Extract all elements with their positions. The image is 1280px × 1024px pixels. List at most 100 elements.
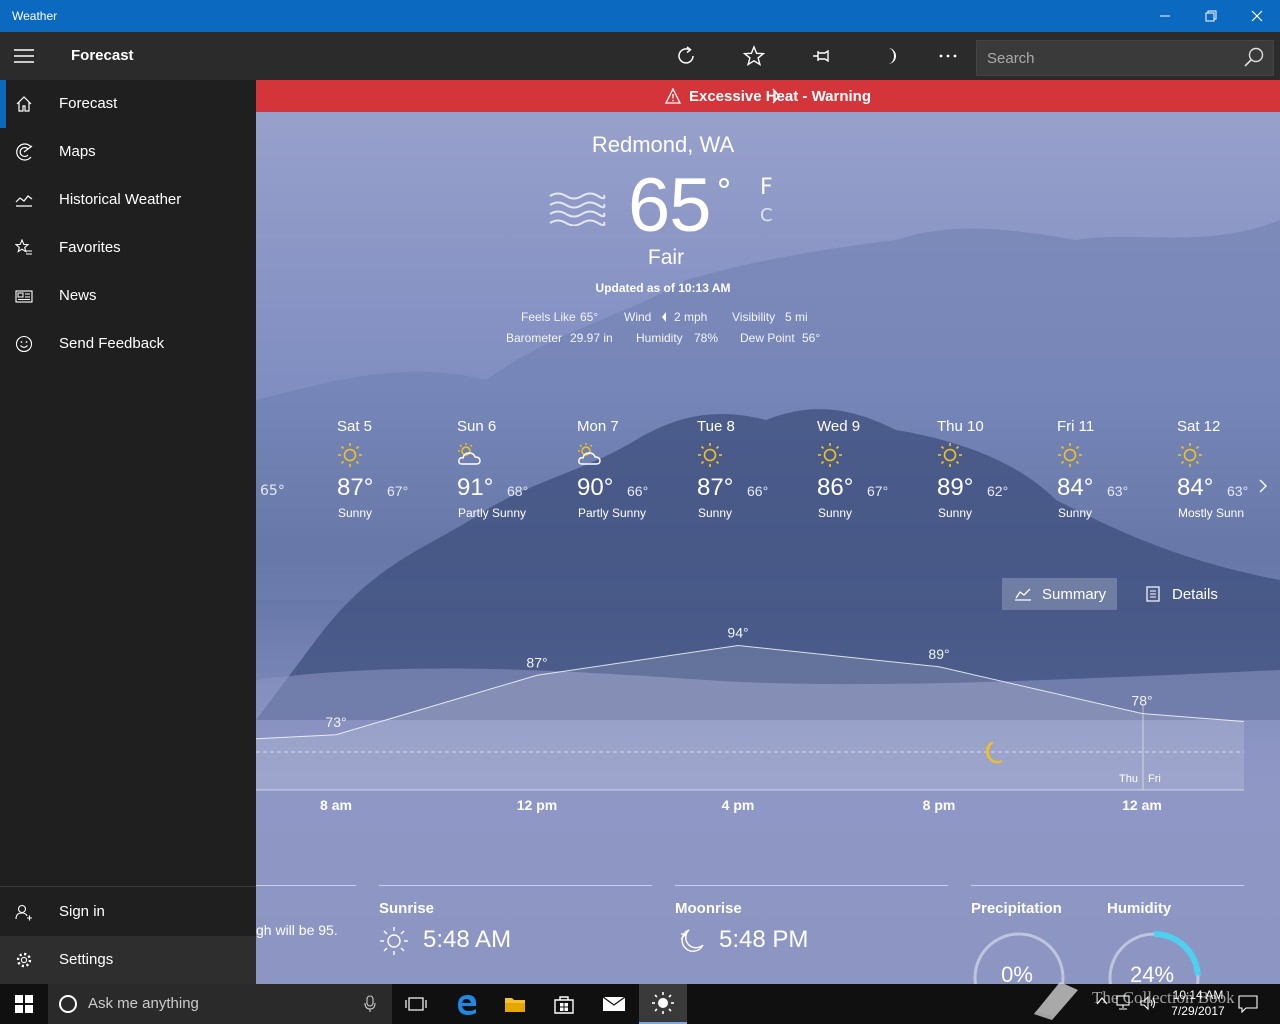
close-icon <box>1251 10 1263 22</box>
current-condition: Fair <box>647 246 685 269</box>
person-add-icon <box>14 902 34 922</box>
day-mark-label: Thu <box>1119 773 1138 785</box>
day-high: 84° <box>1177 474 1214 501</box>
hamburger-button[interactable] <box>0 32 48 80</box>
day-low: 67° <box>867 483 889 499</box>
mail-icon <box>602 996 626 1011</box>
day-low: 63° <box>1227 483 1249 499</box>
humidity-card-value: 24% <box>1129 962 1175 984</box>
sidebar-item-news[interactable]: News <box>0 272 256 320</box>
sidebar-item-forecast[interactable]: Forecast <box>0 80 256 128</box>
day-condition: Sunny <box>818 506 853 520</box>
search-input[interactable] <box>987 48 1237 68</box>
sidebar-item-favorites[interactable]: Favorites <box>0 224 256 272</box>
precipitation-title: Precipitation <box>971 900 1062 917</box>
x-tick-label: 8 pm <box>922 797 956 813</box>
day-condition: Mostly Sunn <box>1178 506 1245 520</box>
barometer-value: 29.97 in <box>570 331 613 345</box>
humidity-value: 78% <box>694 331 719 345</box>
gear-icon <box>14 950 34 970</box>
forecast-view: Excessive Heat - Warning Redmond, WA 65 … <box>256 80 1280 984</box>
heat-warning-banner[interactable]: Excessive Heat - Warning <box>256 80 1280 112</box>
edge-browser-button[interactable] <box>443 984 491 1024</box>
hourly-temperature-chart: Thu Fri 73° 87° 94° 89° 78° <box>256 625 1245 791</box>
sidebar-item-historical-weather[interactable]: Historical Weather <box>0 176 256 224</box>
minimize-button[interactable] <box>1142 0 1188 32</box>
edge-icon <box>458 995 477 1015</box>
card-divider <box>971 885 1244 886</box>
news-icon <box>14 286 34 306</box>
x-tick-label: 12 am <box>1122 797 1162 813</box>
task-view-button[interactable] <box>392 984 440 1024</box>
search-button[interactable] <box>1241 45 1267 71</box>
file-explorer-button[interactable] <box>491 984 539 1024</box>
close-button[interactable] <box>1234 0 1280 32</box>
page-title: Forecast <box>71 47 134 64</box>
sidebar-divider <box>0 886 256 887</box>
day-name: Wed 9 <box>817 418 861 435</box>
store-button[interactable] <box>540 984 588 1024</box>
refresh-icon <box>678 46 694 64</box>
sidebar-item-settings[interactable]: Settings <box>0 936 256 984</box>
haze-icon <box>549 192 606 226</box>
day-name: Sat 12 <box>1177 418 1221 435</box>
day-name: Mon 7 <box>577 418 619 435</box>
search-icon <box>1244 47 1264 67</box>
home-icon <box>14 94 34 114</box>
unit-celsius-toggle[interactable]: C <box>760 205 773 226</box>
sunrise-icon <box>380 927 408 955</box>
sunset-title-clipped <box>379 974 439 984</box>
moonrise-title: Moonrise <box>675 900 742 917</box>
restore-button[interactable] <box>1188 0 1234 32</box>
mail-button[interactable] <box>590 984 638 1024</box>
sidebar-item-label: Sign in <box>59 903 105 920</box>
unit-fahrenheit-toggle[interactable]: F <box>760 175 773 200</box>
active-indicator <box>0 80 6 128</box>
refresh-button[interactable] <box>663 32 709 80</box>
more-options-button[interactable] <box>925 32 971 80</box>
dew-point-label: Dew Point <box>740 331 795 345</box>
day-name: Fri 11 <box>1057 418 1095 435</box>
details-list-icon <box>1146 586 1160 602</box>
day-name: Sat 5 <box>337 418 373 435</box>
degree-symbol: ° <box>716 172 732 210</box>
command-bar: Forecast <box>0 32 1280 80</box>
pin-button[interactable] <box>799 32 845 80</box>
chevron-right-icon[interactable] <box>1256 477 1270 495</box>
moonrise-icon <box>680 929 704 952</box>
day-low: 66° <box>747 483 769 499</box>
sidebar-item-maps[interactable]: Maps <box>0 128 256 176</box>
cortana-search-box[interactable]: Ask me anything <box>48 984 392 1024</box>
day-condition: Partly Sunny <box>458 506 527 520</box>
smiley-icon <box>14 334 34 354</box>
action-center-icon[interactable] <box>1238 995 1258 1013</box>
tab-details[interactable]: Details <box>1134 578 1230 610</box>
title-bar: Weather <box>0 0 1280 32</box>
start-button[interactable] <box>0 984 48 1024</box>
visibility-label: Visibility <box>732 310 776 324</box>
star-icon <box>743 45 765 67</box>
temperature-point-label: 94° <box>727 625 748 641</box>
radar-icon <box>14 142 34 162</box>
card-divider <box>379 885 652 886</box>
dark-mode-button[interactable] <box>867 32 913 80</box>
day-low: 63° <box>1107 483 1129 499</box>
wind-label: Wind <box>624 310 652 324</box>
line-chart-icon <box>1015 588 1031 601</box>
window-title: Weather <box>12 9 58 23</box>
sidebar-item-send-feedback[interactable]: Send Feedback <box>0 320 256 368</box>
pin-icon <box>813 49 829 63</box>
sidebar-item-sign-in[interactable]: Sign in <box>0 888 256 936</box>
day-summary-text: gh will be 95. <box>256 922 338 938</box>
favorite-button[interactable] <box>731 32 777 80</box>
task-view-icon <box>405 997 427 1011</box>
temperature-point-label: 87° <box>526 654 547 670</box>
chart-icon <box>14 190 34 210</box>
tab-summary[interactable]: Summary <box>1002 578 1117 610</box>
x-tick-label: 4 pm <box>721 797 755 813</box>
sun-icon <box>697 442 723 468</box>
microphone-icon[interactable] <box>364 995 376 1013</box>
day-condition: Sunny <box>698 506 733 520</box>
cortana-placeholder: Ask me anything <box>88 995 199 1012</box>
weather-app-button[interactable] <box>639 984 687 1024</box>
